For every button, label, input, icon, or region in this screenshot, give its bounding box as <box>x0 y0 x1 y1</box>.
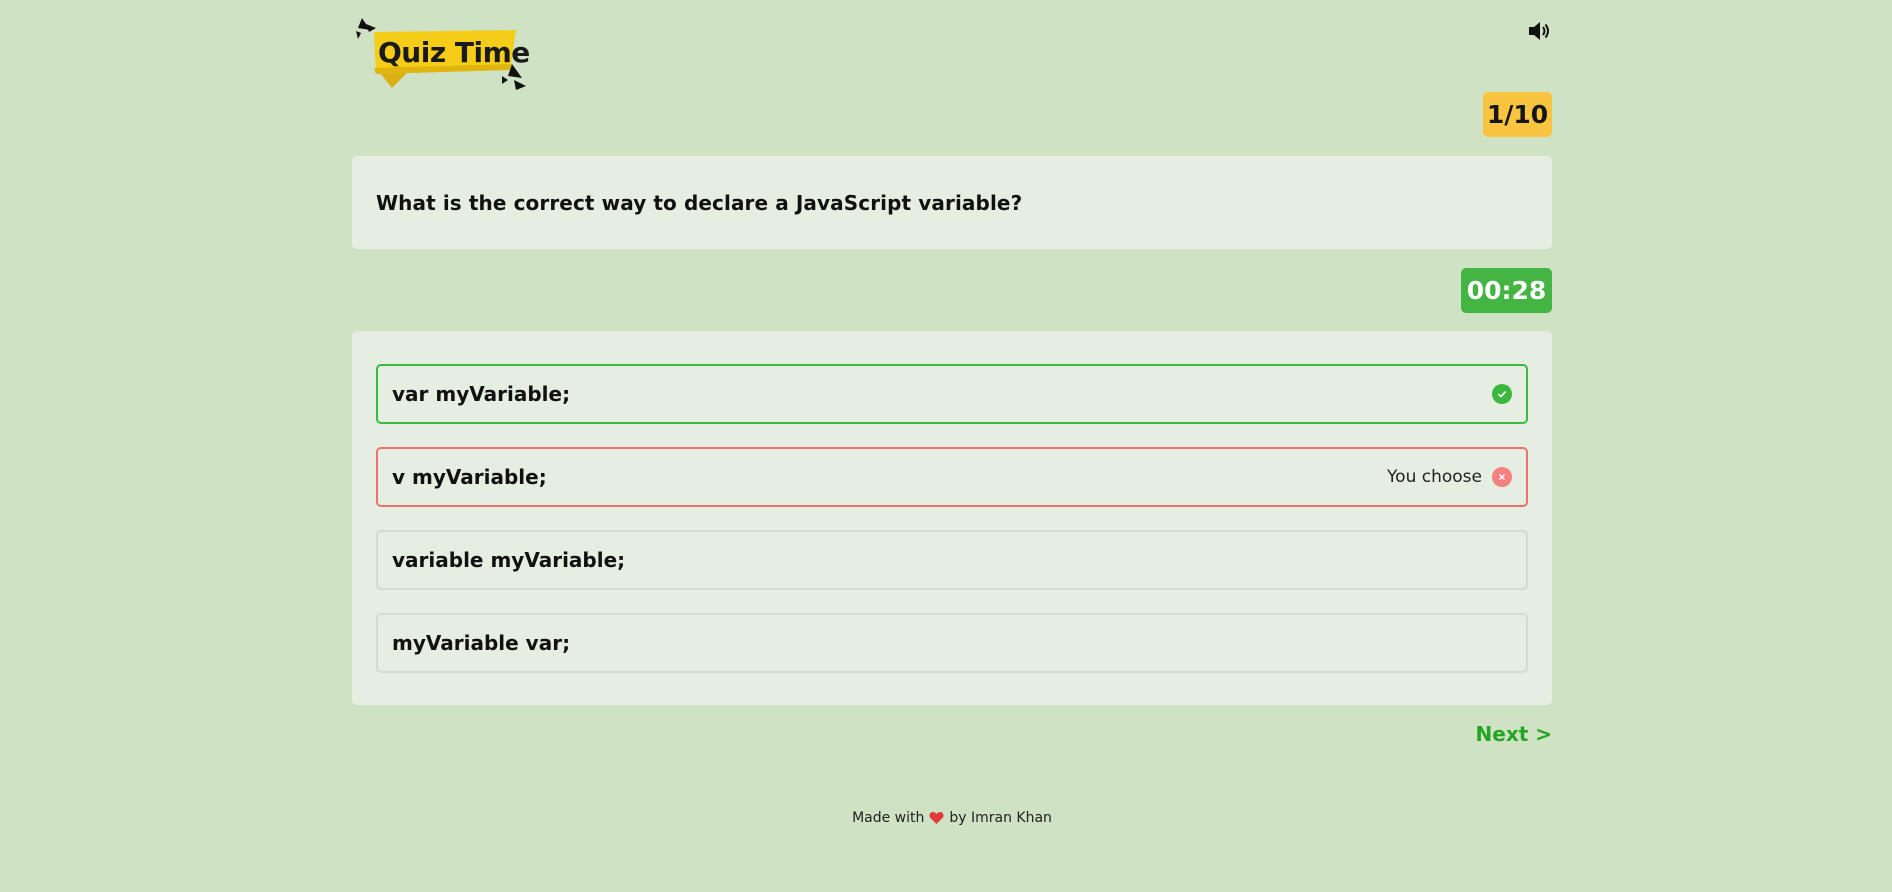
option-label: myVariable var; <box>392 631 571 655</box>
countdown-timer: 00:28 <box>1461 268 1552 313</box>
speaker-volume-icon[interactable] <box>1526 18 1552 44</box>
logo-text: Quiz Time <box>378 36 530 69</box>
check-icon <box>1492 384 1512 404</box>
next-button[interactable]: Next > <box>1476 722 1552 746</box>
answer-option-chosen-wrong[interactable]: v myVariable; You choose <box>376 447 1528 507</box>
quiz-app: Quiz Time 1/10 What is the correct way t… <box>352 0 1552 892</box>
option-label: v myVariable; <box>392 465 547 489</box>
you-choose-label: You choose <box>1387 467 1482 487</box>
question-card: What is the correct way to declare a Jav… <box>352 156 1552 249</box>
option-label: variable myVariable; <box>392 548 626 572</box>
close-icon <box>1492 467 1512 487</box>
footer-author: by Imran Khan <box>949 810 1052 826</box>
option-label: var myVariable; <box>392 382 571 406</box>
answer-option[interactable]: myVariable var; <box>376 613 1528 673</box>
answer-options-card: var myVariable; v myVariable; You choose… <box>352 331 1552 705</box>
question-counter-badge: 1/10 <box>1483 92 1552 137</box>
question-text: What is the correct way to declare a Jav… <box>376 190 1023 215</box>
footer-made-with: Made with <box>852 810 925 826</box>
answer-option-correct[interactable]: var myVariable; <box>376 364 1528 424</box>
answer-option[interactable]: variable myVariable; <box>376 530 1528 590</box>
heart-icon <box>929 811 944 825</box>
quiz-time-logo: Quiz Time <box>352 18 532 90</box>
footer: Made with by Imran Khan <box>352 810 1552 826</box>
